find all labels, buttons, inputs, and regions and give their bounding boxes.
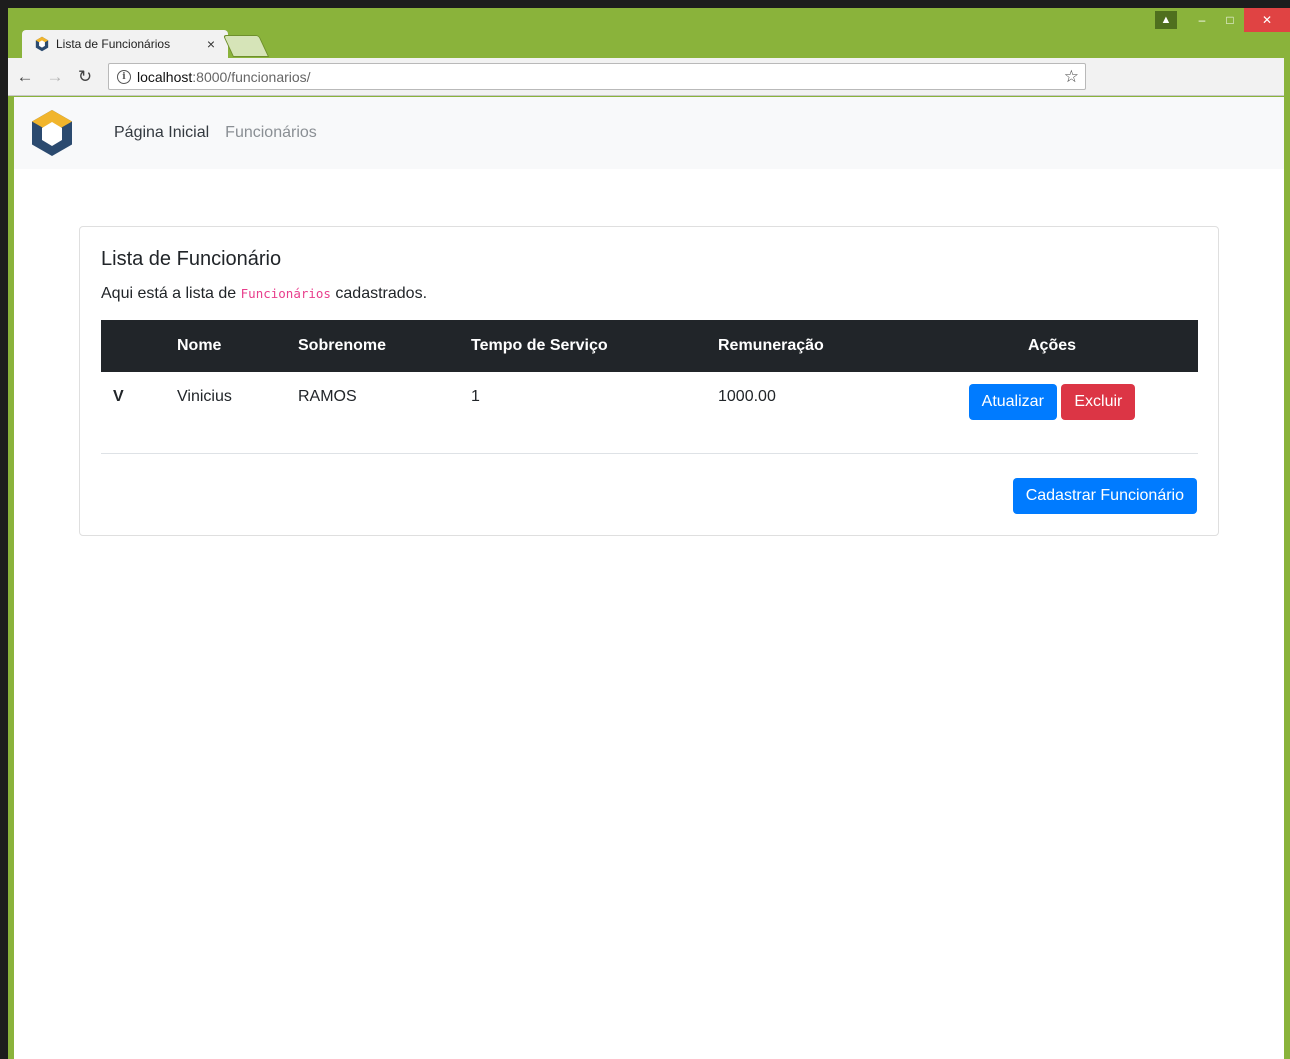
card-text-code: Funcionários [240,286,331,301]
site-navbar: Página Inicial Funcionários [14,97,1284,169]
browser-toolbar: ← → ↻ i localhost:8000/funcionarios/ ☆ [8,58,1284,96]
employee-table: Nome Sobrenome Tempo de Serviço Remunera… [101,320,1198,454]
close-window-icon[interactable]: ✕ [1244,8,1290,32]
new-tab-button[interactable] [222,35,270,57]
card-title: Lista de Funcionário [101,248,282,270]
browser-tab[interactable]: Lista de Funcionários × [22,30,228,58]
delete-button[interactable]: Excluir [1061,384,1136,420]
nav-link-employees[interactable]: Funcionários [225,124,317,142]
bookmark-star-icon[interactable]: ☆ [1064,67,1079,87]
table-header-row: Nome Sobrenome Tempo de Serviço Remunera… [101,320,1198,372]
header-remuneracao: Remuneração [718,337,824,354]
cell-id: V [113,388,124,405]
card-text-before: Aqui está a lista de [101,285,241,302]
maximize-icon[interactable]: □ [1216,8,1244,32]
header-sobrenome: Sobrenome [298,337,387,354]
header-nome: Nome [177,337,222,354]
reload-icon[interactable]: ↻ [72,64,98,90]
header-acoes: Ações [1027,337,1077,354]
page-viewport: Página Inicial Funcionários Lista de Fun… [14,97,1284,1059]
address-bar[interactable]: i localhost:8000/funcionarios/ ☆ [108,63,1086,90]
table-row: V Vinicius RAMOS 1 1000.00 Atualizar Exc… [101,372,1198,453]
url-path: :8000/funcionarios/ [192,68,311,85]
info-icon[interactable]: i [117,69,131,84]
register-employee-button[interactable]: Cadastrar Funcionário [1012,478,1197,514]
cell-remuneracao: 1000.00 [718,388,776,405]
update-button[interactable]: Atualizar [968,384,1057,420]
back-icon[interactable]: ← [12,64,38,90]
card-text-after: cadastrados. [330,285,428,302]
cell-nome: Vinicius [177,388,232,405]
tab-strip: Lista de Funcionários × ▲ – □ ✕ [8,8,1290,58]
cell-tempo: 1 [471,388,480,405]
url-host: localhost [137,68,193,85]
forward-icon[interactable]: → [42,64,68,90]
window-controls: ▲ – □ ✕ [1154,8,1290,32]
minimize-icon[interactable]: – [1188,8,1216,32]
employee-list-card: Lista de Funcionário Aqui está a lista d… [79,226,1219,536]
browser-window: Lista de Funcionários × ▲ – □ ✕ ← → ↻ i … [8,8,1290,1059]
header-id [101,320,165,372]
profile-icon[interactable]: ▲ [1154,8,1178,32]
cell-actions: Atualizar Excluir [906,372,1198,453]
close-tab-icon[interactable]: × [204,36,218,52]
nav-link-home[interactable]: Página Inicial [114,124,209,142]
card-footer: Cadastrar Funcionário [1012,478,1197,514]
app-logo-icon [34,36,50,52]
brand-logo-icon[interactable] [30,109,74,157]
tab-title: Lista de Funcionários [56,37,171,51]
header-tempo: Tempo de Serviço [471,337,608,354]
cell-sobrenome: RAMOS [298,388,357,405]
card-text: Aqui está a lista de Funcionários cadast… [101,285,1197,303]
